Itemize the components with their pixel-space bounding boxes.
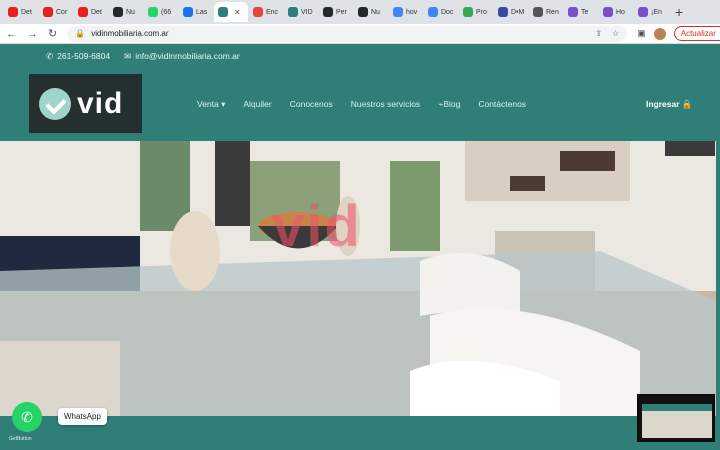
phone-icon: ✆: [46, 51, 54, 61]
h-icon: [568, 7, 578, 17]
browser-tab[interactable]: Enc: [249, 2, 283, 22]
browser-tab[interactable]: VID: [284, 2, 318, 22]
logo-check-icon: [39, 87, 71, 120]
github-icon: [323, 7, 333, 17]
circle-icon: [463, 7, 473, 17]
browser-tab[interactable]: ✕: [214, 2, 248, 22]
h-icon: [638, 7, 648, 17]
tab-title: (66: [161, 8, 172, 16]
tab-title: Nu: [126, 8, 135, 16]
h-icon: [603, 7, 613, 17]
picture-in-picture-window[interactable]: [637, 394, 715, 442]
nav-blog[interactable]: ⌁Blog: [438, 99, 460, 110]
info-icon: [183, 7, 193, 17]
browser-tab[interactable]: Las: [179, 2, 213, 22]
tab-title: Det: [21, 8, 32, 16]
hero-video: vid: [0, 141, 716, 416]
address-text: vidinmobiliaria.com.ar: [91, 29, 169, 38]
tab-title: Per: [336, 8, 347, 16]
getbutton-credit[interactable]: GetButton: [9, 436, 32, 442]
swoosh-icon: [533, 7, 543, 17]
z-icon: [253, 7, 263, 17]
website: ✆ 261-509-6804 ✉ info@vidinmobiliaria.com.…: [0, 44, 720, 450]
browser-tab[interactable]: Nu: [109, 2, 143, 22]
nav-contactenos[interactable]: Contáctenos: [478, 99, 526, 110]
browser-tab[interactable]: Pro: [459, 2, 493, 22]
tab-title: Enc: [266, 8, 279, 16]
browser-tab[interactable]: Det: [4, 2, 38, 22]
whatsapp-button[interactable]: ✆: [12, 402, 42, 432]
tab-title: Det: [91, 8, 102, 16]
reload-icon[interactable]: ↻: [48, 27, 57, 40]
nav-servicios[interactable]: Nuestros servicios: [351, 99, 420, 110]
browser-tab[interactable]: D•M: [494, 2, 528, 22]
nav-conocenos[interactable]: Conocenos: [290, 99, 333, 110]
nav-alquiler[interactable]: Alquiler: [243, 99, 271, 110]
whatsapp-icon: ✆: [21, 408, 33, 425]
email-link[interactable]: ✉ info@vidinmobiliaria.com.ar: [124, 51, 240, 62]
address-bar[interactable]: 🔒 vidinmobiliaria.com.ar ⇪ ☆: [67, 25, 628, 42]
browser-tab[interactable]: (66: [144, 2, 178, 22]
back-icon[interactable]: ←: [6, 28, 17, 40]
youtube-icon: [8, 7, 18, 17]
tab-title: Te: [581, 8, 589, 16]
hero-watermark-logo: vid: [272, 194, 362, 259]
sidepanel-icon[interactable]: ▣: [637, 28, 646, 39]
close-tab-icon[interactable]: ✕: [234, 8, 241, 17]
site-logo[interactable]: vid: [29, 74, 142, 133]
vid-icon: [218, 7, 228, 17]
main-nav: Venta ▾ Alquiler Conocenos Nuestros serv…: [197, 99, 526, 110]
browser-tab[interactable]: Te: [564, 2, 598, 22]
tab-title: Las: [196, 8, 208, 16]
youtube-icon: [78, 7, 88, 17]
browser-tab[interactable]: Nu: [354, 2, 388, 22]
whatsapp-label[interactable]: WhatsApp: [58, 408, 107, 425]
youtube-icon: [43, 7, 53, 17]
update-button[interactable]: Actualizar ⋮: [673, 26, 720, 41]
vid-icon: [288, 7, 298, 17]
pip-preview: [642, 404, 712, 438]
lock-icon: 🔒: [681, 99, 693, 109]
tab-title: Ho: [616, 8, 625, 16]
dm-icon: [498, 7, 508, 17]
browser-tab[interactable]: Cor: [39, 2, 73, 22]
envelope-icon: ✉: [124, 51, 132, 61]
docs-icon: [428, 7, 438, 17]
profile-avatar[interactable]: [653, 27, 666, 40]
github-icon: [358, 7, 368, 17]
browser-tab[interactable]: Per: [319, 2, 353, 22]
tab-strip: Det Cor Det Nu (66 Las ✕ Enc VID Per Nu hov Doc Pro D•…: [0, 0, 720, 24]
tab-title: hov: [406, 8, 418, 16]
tab-title: ¡En: [651, 8, 662, 16]
google-icon: [393, 7, 403, 17]
tab-title: D•M: [511, 8, 525, 16]
tab-title: VID: [301, 8, 313, 16]
github-icon: [113, 7, 123, 17]
nav-venta[interactable]: Venta ▾: [197, 99, 225, 110]
browser-tab[interactable]: hov: [389, 2, 423, 22]
whatsapp-icon: [148, 7, 158, 17]
bookmark-star-icon[interactable]: ☆: [612, 29, 619, 38]
tab-title: Pro: [476, 8, 487, 16]
browser-tab[interactable]: Ho: [599, 2, 633, 22]
browser-toolbar: ← → ↻ 🔒 vidinmobiliaria.com.ar ⇪ ☆ ▣ Act…: [0, 24, 720, 44]
browser-tab[interactable]: ¡En: [634, 2, 668, 22]
login-link[interactable]: Ingresar 🔒: [646, 99, 693, 110]
tab-title: Ren: [546, 8, 559, 16]
hero-scene: [0, 141, 716, 416]
browser-tab[interactable]: Det: [74, 2, 108, 22]
contact-bar: ✆ 261-509-6804 ✉ info@vidinmobiliaria.com.…: [46, 51, 240, 62]
tab-title: Cor: [56, 8, 68, 16]
lock-icon: 🔒: [75, 29, 86, 38]
forward-icon[interactable]: →: [27, 28, 38, 40]
share-icon[interactable]: ⇪: [595, 29, 602, 38]
phone-link[interactable]: ✆ 261-509-6804: [46, 51, 110, 62]
tab-title: Nu: [371, 8, 380, 16]
tab-title: Doc: [441, 8, 454, 16]
browser-tab[interactable]: Ren: [529, 2, 563, 22]
browser-tab[interactable]: Doc: [424, 2, 458, 22]
new-tab-button[interactable]: +: [675, 4, 683, 20]
